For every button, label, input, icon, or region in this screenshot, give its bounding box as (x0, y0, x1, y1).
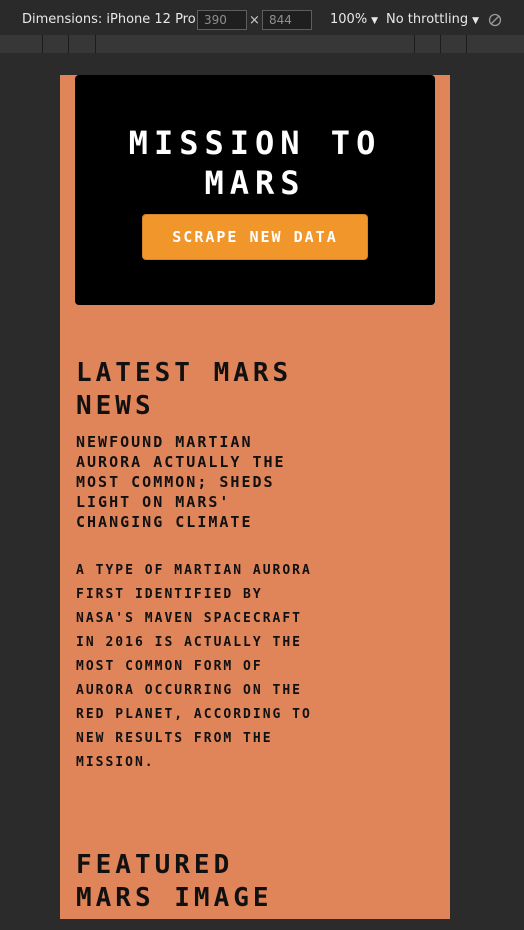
rotate-icon[interactable] (488, 13, 502, 27)
ruler-tick (68, 35, 69, 53)
news-title: Newfound Martian Aurora Actually the Mos… (76, 433, 286, 531)
chevron-down-icon: ▼ (472, 16, 479, 26)
throttle-label: No throttling (386, 12, 469, 27)
ruler-tick (95, 35, 96, 53)
zoom-selector[interactable]: 100% ▼ (330, 12, 378, 27)
jumbotron: Mission to Mars Scrape New Data (75, 75, 435, 305)
scrape-button[interactable]: Scrape New Data (142, 214, 368, 260)
news-section-heading: Latest Mars News (76, 358, 293, 421)
ruler-tick (440, 35, 441, 53)
news-body: A type of Martian aurora first identifie… (76, 563, 312, 770)
chevron-down-icon: ▼ (371, 16, 379, 26)
zoom-label: 100% (330, 12, 368, 27)
width-input[interactable] (197, 10, 247, 30)
featured-image-heading: Featured Mars Image (76, 850, 273, 913)
device-viewport: Mission to Mars Scrape New Data Latest M… (60, 75, 450, 919)
ruler-tick (42, 35, 43, 53)
devtools-toolbar-row: Dimensions: iPhone 12 Pro▼ × 100%▼ No th… (0, 0, 524, 40)
ruler-tick (414, 35, 415, 53)
throttle-selector[interactable]: No throttling ▼ (386, 12, 479, 27)
height-input[interactable] (262, 10, 312, 30)
media-query-ruler (0, 35, 524, 53)
devtools-toolbar: Dimensions: iPhone 12 Pro▼ × 100%▼ No th… (0, 0, 524, 40)
device-selector[interactable]: Dimensions: iPhone 12 Pro▼ (22, 12, 207, 27)
page-title: Mission to Mars (128, 124, 382, 202)
ruler-tick (466, 35, 467, 53)
device-label: Dimensions: iPhone 12 Pro (22, 12, 196, 27)
times-icon: × (249, 13, 260, 28)
